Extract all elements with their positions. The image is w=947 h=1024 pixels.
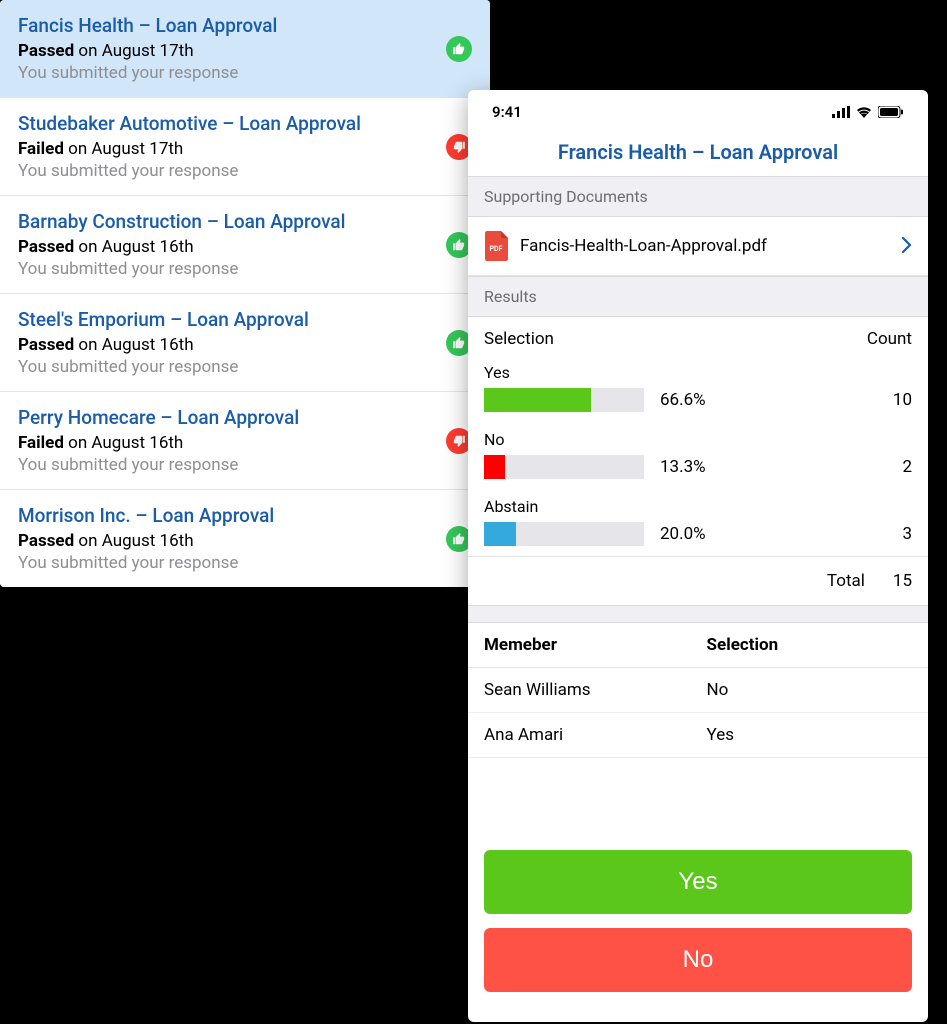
list-item-subtext: You submitted your response — [18, 553, 472, 573]
result-bar — [484, 388, 644, 412]
list-item-status: Failed on August 16th — [18, 433, 472, 453]
list-item-title: Steel's Emporium – Loan Approval — [18, 308, 472, 331]
count-column-label: Count — [867, 329, 912, 349]
members-header-row: Memeber Selection — [468, 623, 928, 668]
result-label: Yes — [484, 363, 912, 382]
result-label: Abstain — [484, 497, 912, 516]
list-item-subtext: You submitted your response — [18, 455, 472, 475]
result-row: No 13.3% 2 — [468, 422, 928, 489]
list-item-title: Morrison Inc. – Loan Approval — [18, 504, 472, 527]
list-item-title: Barnaby Construction – Loan Approval — [18, 210, 472, 233]
list-item[interactable]: Studebaker Automotive – Loan Approval Fai… — [0, 98, 490, 196]
document-row[interactable]: PDF Fancis-Health-Loan-Approval.pdf — [468, 217, 928, 276]
list-item-status: Failed on August 17th — [18, 139, 472, 159]
supporting-docs-header: Supporting Documents — [468, 176, 928, 217]
total-count: 15 — [893, 571, 912, 591]
results-container: Yes 66.6% 10 No 13.3% 2 Abstain 20.0% 3 — [468, 355, 928, 556]
member-row: Ana AmariYes — [468, 713, 928, 758]
signal-icon — [832, 106, 850, 118]
result-bar — [484, 455, 644, 479]
list-item[interactable]: Morrison Inc. – Loan Approval Passed on A… — [0, 490, 490, 587]
section-divider — [468, 605, 928, 623]
vote-actions: Yes No — [468, 834, 928, 1022]
result-count: 3 — [882, 524, 912, 544]
list-item-status: Passed on August 16th — [18, 531, 472, 551]
status-time: 9:41 — [492, 103, 522, 121]
results-total-row: Total 15 — [468, 556, 928, 605]
status-indicators — [832, 106, 904, 118]
no-button[interactable]: No — [484, 928, 912, 992]
list-item-subtext: You submitted your response — [18, 63, 472, 83]
total-label: Total — [827, 571, 865, 591]
member-row: Sean WilliamsNo — [468, 668, 928, 713]
list-item-subtext: You submitted your response — [18, 259, 472, 279]
list-item-title: Perry Homecare – Loan Approval — [18, 406, 472, 429]
battery-icon — [878, 106, 904, 118]
member-name: Sean Williams — [484, 680, 707, 700]
yes-button[interactable]: Yes — [484, 850, 912, 914]
member-column-label: Memeber — [484, 635, 707, 655]
chevron-right-icon — [902, 234, 912, 258]
wifi-icon — [856, 106, 872, 118]
member-selection: No — [707, 680, 729, 700]
result-label: No — [484, 430, 912, 449]
members-container: Sean WilliamsNoAna AmariYes — [468, 668, 928, 758]
results-header: Results — [468, 276, 928, 317]
status-bar: 9:41 — [468, 90, 928, 134]
list-item[interactable]: Fancis Health – Loan Approval Passed on A… — [0, 0, 490, 98]
thumbs-up-icon — [446, 36, 472, 62]
page-title: Francis Health – Loan Approval — [468, 134, 928, 176]
result-count: 10 — [882, 390, 912, 410]
list-item-subtext: You submitted your response — [18, 161, 472, 181]
pdf-icon: PDF — [484, 231, 508, 261]
document-name: Fancis-Health-Loan-Approval.pdf — [520, 236, 890, 256]
selection-column-label: Selection — [484, 329, 554, 349]
list-item[interactable]: Barnaby Construction – Loan Approval Pass… — [0, 196, 490, 294]
list-item-status: Passed on August 17th — [18, 41, 472, 61]
approval-list-panel: Fancis Health – Loan Approval Passed on A… — [0, 0, 490, 587]
list-item-subtext: You submitted your response — [18, 357, 472, 377]
result-bar — [484, 522, 644, 546]
svg-text:PDF: PDF — [490, 245, 503, 253]
list-item-status: Passed on August 16th — [18, 335, 472, 355]
list-item-status: Passed on August 16th — [18, 237, 472, 257]
list-item[interactable]: Perry Homecare – Loan Approval Failed on … — [0, 392, 490, 490]
result-percent: 13.3% — [660, 457, 866, 477]
member-name: Ana Amari — [484, 725, 707, 745]
list-item-title: Fancis Health – Loan Approval — [18, 14, 472, 37]
phone-detail-panel: 9:41 Francis Health – Loan Approval Supp… — [468, 90, 928, 1022]
member-selection-column-label: Selection — [707, 635, 779, 655]
list-item[interactable]: Steel's Emporium – Loan Approval Passed o… — [0, 294, 490, 392]
result-percent: 20.0% — [660, 524, 866, 544]
result-row: Yes 66.6% 10 — [468, 355, 928, 422]
result-count: 2 — [882, 457, 912, 477]
member-selection: Yes — [707, 725, 734, 745]
result-percent: 66.6% — [660, 390, 866, 410]
result-row: Abstain 20.0% 3 — [468, 489, 928, 556]
list-item-title: Studebaker Automotive – Loan Approval — [18, 112, 472, 135]
results-columns-header: Selection Count — [468, 317, 928, 355]
